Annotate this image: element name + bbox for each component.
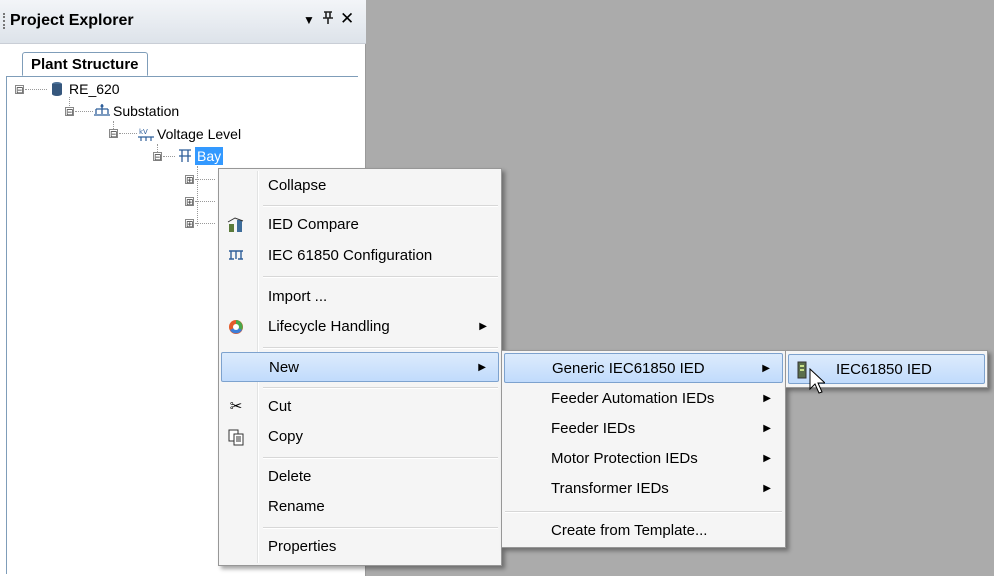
menu-label: Cut (268, 398, 292, 415)
menu-separator (263, 457, 498, 459)
svg-text:kV: kV (139, 128, 148, 136)
close-icon[interactable]: ✕ (340, 9, 354, 29)
submenu-arrow-icon: ▶ (478, 362, 486, 373)
tree-connector (195, 179, 215, 180)
menu-item-rename[interactable]: Rename (221, 492, 499, 522)
menu-label: Delete (268, 468, 312, 485)
menu-item-ied-compare[interactable]: IED Compare (221, 210, 499, 240)
tree-label-bay: Bay (195, 147, 224, 165)
submenu-arrow-icon: ▶ (479, 321, 487, 332)
menu-item-new[interactable]: New ▶ (221, 352, 499, 382)
menu-label: Properties (268, 538, 337, 555)
menu-item-lifecycle[interactable]: Lifecycle Handling ▶ (221, 312, 499, 342)
menu-item-properties[interactable]: Properties (221, 532, 499, 562)
menu-item-delete[interactable]: Delete (221, 462, 499, 492)
menu-item-generic-iec61850-ied[interactable]: Generic IEC61850 IED ▶ (504, 353, 783, 383)
menu-separator (263, 276, 498, 278)
submenu-arrow-icon: ▶ (763, 423, 771, 434)
expand-icon[interactable]: ⊞ (185, 219, 194, 229)
submenu-arrow-icon: ▶ (763, 393, 771, 404)
tree-connector (195, 223, 215, 224)
panel-title: Project Explorer (10, 12, 134, 29)
tab-strip: Plant Structure (6, 44, 358, 77)
tree-label-root: RE_620 (69, 81, 120, 97)
tree-connector (25, 89, 47, 90)
menu-item-feeder-automation-ieds[interactable]: Feeder Automation IEDs ▶ (504, 384, 783, 414)
voltage-level-icon: kV (137, 126, 154, 142)
menu-item-cut[interactable]: ✂ Cut (221, 392, 499, 422)
collapse-icon[interactable]: ⊟ (15, 85, 24, 95)
bay-icon (177, 148, 193, 164)
menu-label: IED Compare (268, 216, 359, 233)
menu-label: Transformer IEDs (551, 480, 669, 497)
copy-icon (227, 428, 245, 446)
menu-label: Collapse (268, 177, 327, 194)
menu-item-transformer-ieds[interactable]: Transformer IEDs ▶ (504, 474, 783, 504)
menu-separator (505, 511, 782, 513)
menu-item-import[interactable]: Import ... (221, 282, 499, 312)
cut-icon: ✂ (229, 398, 243, 415)
menu-item-copy[interactable]: Copy (221, 422, 499, 452)
new-submenu: Generic IEC61850 IED ▶ Feeder Automation… (501, 350, 786, 548)
tree-connector (75, 111, 93, 112)
expand-icon[interactable]: ⊞ (185, 175, 194, 185)
menu-item-collapse[interactable]: Collapse (221, 171, 499, 201)
drag-grip[interactable] (3, 13, 7, 29)
menu-label: Import ... (268, 288, 328, 305)
menu-label: Feeder IEDs (551, 420, 636, 437)
menu-label: Generic IEC61850 IED (552, 360, 705, 377)
menu-label: Motor Protection IEDs (551, 450, 698, 467)
submenu-arrow-icon: ▶ (763, 453, 771, 464)
menu-separator (263, 205, 498, 207)
ied-compare-icon (227, 216, 245, 234)
menu-item-feeder-ieds[interactable]: Feeder IEDs ▶ (504, 414, 783, 444)
iec-configuration-icon (227, 247, 245, 265)
context-menu: Collapse IED Compare IEC 61850 Configura… (218, 168, 502, 566)
tree-connector (197, 166, 198, 226)
substation-icon (93, 103, 110, 119)
submenu-arrow-icon: ▶ (762, 363, 770, 374)
tab-plant-structure[interactable]: Plant Structure (22, 52, 148, 76)
menu-separator (263, 387, 498, 389)
panel-header: Project Explorer ▼ ✕ (0, 0, 366, 44)
collapse-icon[interactable]: ⊟ (109, 129, 118, 139)
menu-label: IEC 61850 Configuration (268, 247, 433, 264)
menu-item-motor-protection-ieds[interactable]: Motor Protection IEDs ▶ (504, 444, 783, 474)
menu-label: Rename (268, 498, 325, 515)
lifecycle-icon (227, 318, 245, 336)
panel-dropdown-icon[interactable]: ▼ (303, 13, 315, 27)
menu-item-iec-config[interactable]: IEC 61850 Configuration (221, 241, 499, 271)
menu-item-create-from-template[interactable]: Create from Template... (504, 516, 783, 546)
menu-separator (263, 347, 498, 349)
menu-label: Copy (268, 428, 304, 445)
menu-label: Lifecycle Handling (268, 318, 390, 335)
submenu-arrow-icon: ▶ (763, 483, 771, 494)
tree-connector (163, 156, 175, 157)
collapse-icon[interactable]: ⊟ (153, 152, 162, 162)
tree-label-substation: Substation (113, 103, 180, 119)
menu-separator (263, 527, 498, 529)
collapse-icon[interactable]: ⊟ (65, 107, 74, 117)
tree-connector (119, 133, 137, 134)
tree-label-voltage-level: Voltage Level (157, 126, 242, 142)
menu-label: Create from Template... (551, 522, 708, 539)
tree-connector (195, 201, 215, 202)
pin-icon[interactable] (322, 11, 334, 25)
menu-label: IEC61850 IED (836, 361, 932, 378)
menu-label: Feeder Automation IEDs (551, 390, 715, 407)
expand-icon[interactable]: ⊞ (185, 197, 194, 207)
database-icon (49, 81, 65, 97)
mouse-cursor-icon (809, 367, 827, 394)
menu-label: New (269, 359, 300, 376)
